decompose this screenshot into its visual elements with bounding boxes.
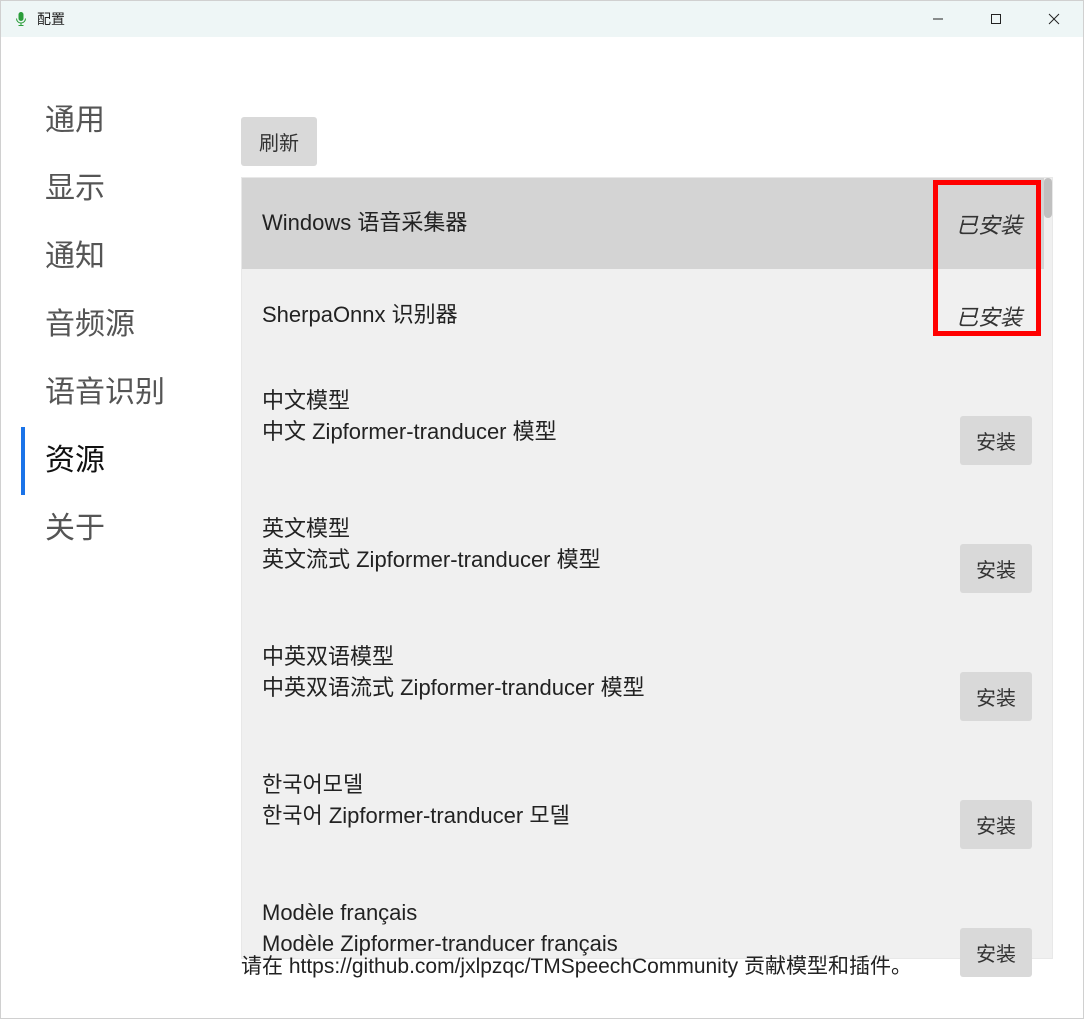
main-panel: 刷新 Windows 语音采集器 已安装 SherpaOnnx 识别器 已安装	[231, 37, 1083, 1018]
resource-title: SherpaOnnx 识别器	[262, 300, 956, 331]
resource-title: 中文模型	[262, 386, 960, 417]
resource-title: 英文模型	[262, 514, 960, 545]
resource-row[interactable]: Windows 语音采集器 已安装	[242, 178, 1052, 270]
sidebar-item-resources[interactable]: 资源	[21, 427, 231, 495]
install-button[interactable]: 安装	[960, 800, 1032, 849]
body: 通用 显示 通知 音频源 语音识别 资源 关于 刷新 Windows 语音采集器…	[1, 37, 1083, 1018]
maximize-button[interactable]	[967, 1, 1025, 37]
resource-title: Modèle français	[262, 898, 960, 929]
scrollbar-thumb[interactable]	[1044, 178, 1052, 218]
window-title: 配置	[37, 9, 65, 29]
sidebar-item-about[interactable]: 关于	[21, 495, 231, 563]
resource-title: 한국어모델	[262, 770, 960, 801]
resource-row[interactable]: 한국어모델 한국어 Zipformer-tranducer 모델 安装	[242, 746, 1052, 874]
sidebar-item-speech-recognition[interactable]: 语音识别	[21, 359, 231, 427]
microphone-icon	[13, 11, 29, 27]
refresh-button[interactable]: 刷新	[241, 117, 317, 166]
sidebar-item-general[interactable]: 通用	[21, 87, 231, 155]
resource-row[interactable]: SherpaOnnx 识别器 已安装	[242, 270, 1052, 362]
resource-list: Windows 语音采集器 已安装 SherpaOnnx 识别器 已安装 中文模…	[241, 177, 1053, 959]
resource-row[interactable]: Modèle français Modèle Zipformer-tranduc…	[242, 874, 1052, 1002]
footer-text: 请在 https://github.com/jxlpzqc/TMSpeechCo…	[241, 950, 1053, 980]
resource-title: Windows 语音采集器	[262, 208, 956, 239]
install-button[interactable]: 安装	[960, 416, 1032, 465]
resource-row[interactable]: 中文模型 中文 Zipformer-tranducer 模型 安装	[242, 362, 1052, 490]
sidebar-item-display[interactable]: 显示	[21, 155, 231, 223]
install-button[interactable]: 安装	[960, 672, 1032, 721]
resource-subtitle: 中文 Zipformer-tranducer 模型	[262, 417, 960, 448]
window-controls	[909, 1, 1083, 37]
close-button[interactable]	[1025, 1, 1083, 37]
sidebar: 通用 显示 通知 音频源 语音识别 资源 关于	[1, 37, 231, 1018]
resource-subtitle: 한국어 Zipformer-tranducer 모델	[262, 801, 960, 832]
minimize-button[interactable]	[909, 1, 967, 37]
resource-title: 中英双语模型	[262, 642, 960, 673]
install-button[interactable]: 安装	[960, 544, 1032, 593]
status-installed: 已安装	[956, 208, 1032, 240]
window: 配置 通用 显示 通知 音频源 语音识别 资源 关于 刷新	[0, 0, 1084, 1019]
resource-subtitle: 英文流式 Zipformer-tranducer 模型	[262, 545, 960, 576]
titlebar: 配置	[1, 1, 1083, 37]
resource-row[interactable]: 英文模型 英文流式 Zipformer-tranducer 模型 安装	[242, 490, 1052, 618]
resource-row[interactable]: 中英双语模型 中英双语流式 Zipformer-tranducer 模型 安装	[242, 618, 1052, 746]
status-installed: 已安装	[956, 300, 1032, 332]
resource-subtitle: 中英双语流式 Zipformer-tranducer 模型	[262, 673, 960, 704]
sidebar-item-notifications[interactable]: 通知	[21, 223, 231, 291]
sidebar-item-audio-source[interactable]: 音频源	[21, 291, 231, 359]
scrollbar-track[interactable]	[1044, 178, 1052, 958]
